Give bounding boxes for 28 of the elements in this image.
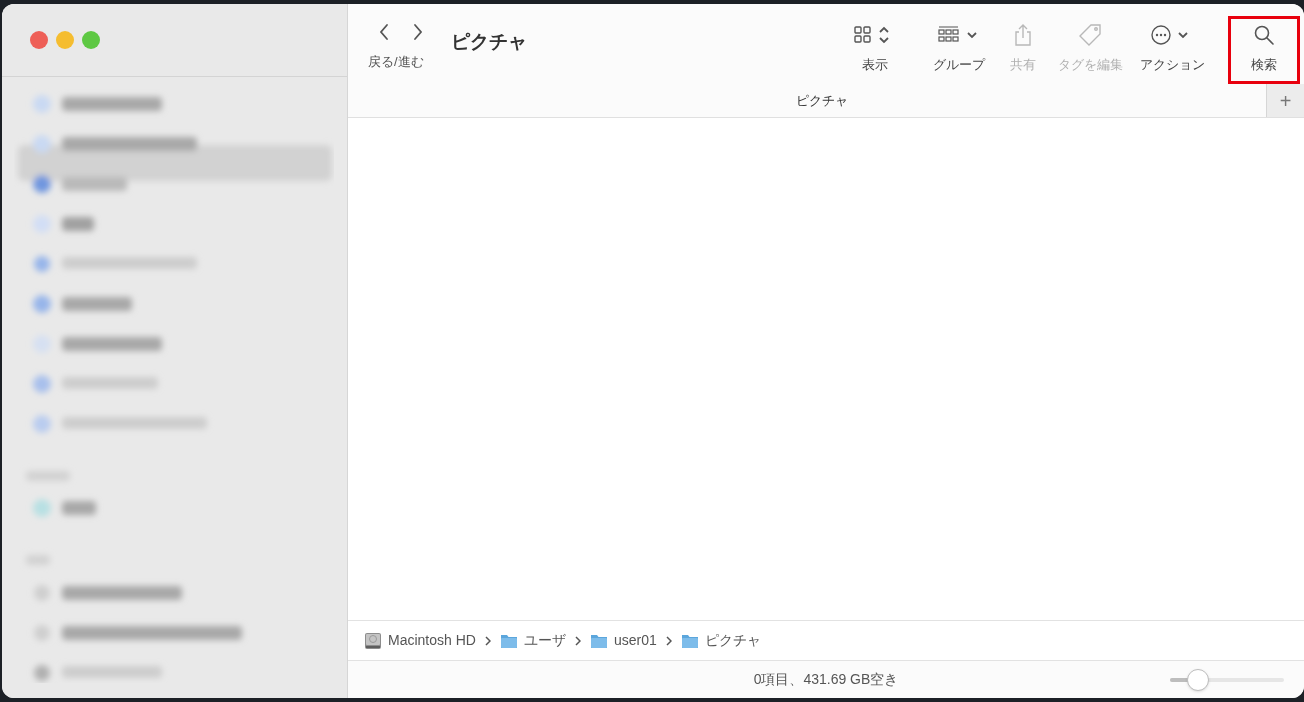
hard-drive-icon	[364, 631, 382, 650]
path-separator-icon	[665, 635, 672, 646]
toolbar-label: 戻る/進む	[368, 53, 425, 71]
zoom-slider[interactable]	[1170, 669, 1284, 691]
forward-chevron-icon[interactable]	[412, 23, 424, 41]
path-item[interactable]: ユーザ	[523, 630, 566, 651]
search-icon	[1253, 24, 1275, 46]
path-item[interactable]: Macintosh HD	[388, 630, 476, 651]
window-control-button[interactable]	[82, 31, 100, 49]
toolbar-button[interactable]: アクション	[1132, 16, 1212, 84]
folder-icon	[589, 632, 608, 649]
status-text: 0項目、431.69 GB空き	[753, 670, 899, 689]
toolbar-button[interactable]: 検索	[1228, 16, 1300, 84]
path-separator-icon	[574, 635, 581, 646]
window-title: ピクチャ	[451, 30, 527, 54]
new-tab-button[interactable]: +	[1266, 84, 1304, 117]
back-chevron-icon[interactable]	[378, 23, 390, 41]
folder-icon	[499, 632, 518, 649]
path-separator-icon	[484, 635, 491, 646]
toolbar-button[interactable]: 表示	[842, 16, 908, 84]
folder-icon	[680, 632, 699, 649]
window-control-button[interactable]	[56, 31, 74, 49]
path-item[interactable]: ピクチャ	[704, 630, 761, 651]
path-item[interactable]: user01	[613, 630, 657, 651]
tag-icon	[1078, 23, 1102, 47]
toolbar-button[interactable]: グループ	[924, 16, 994, 84]
share-icon	[1013, 23, 1033, 47]
window-control-button[interactable]	[30, 31, 48, 49]
